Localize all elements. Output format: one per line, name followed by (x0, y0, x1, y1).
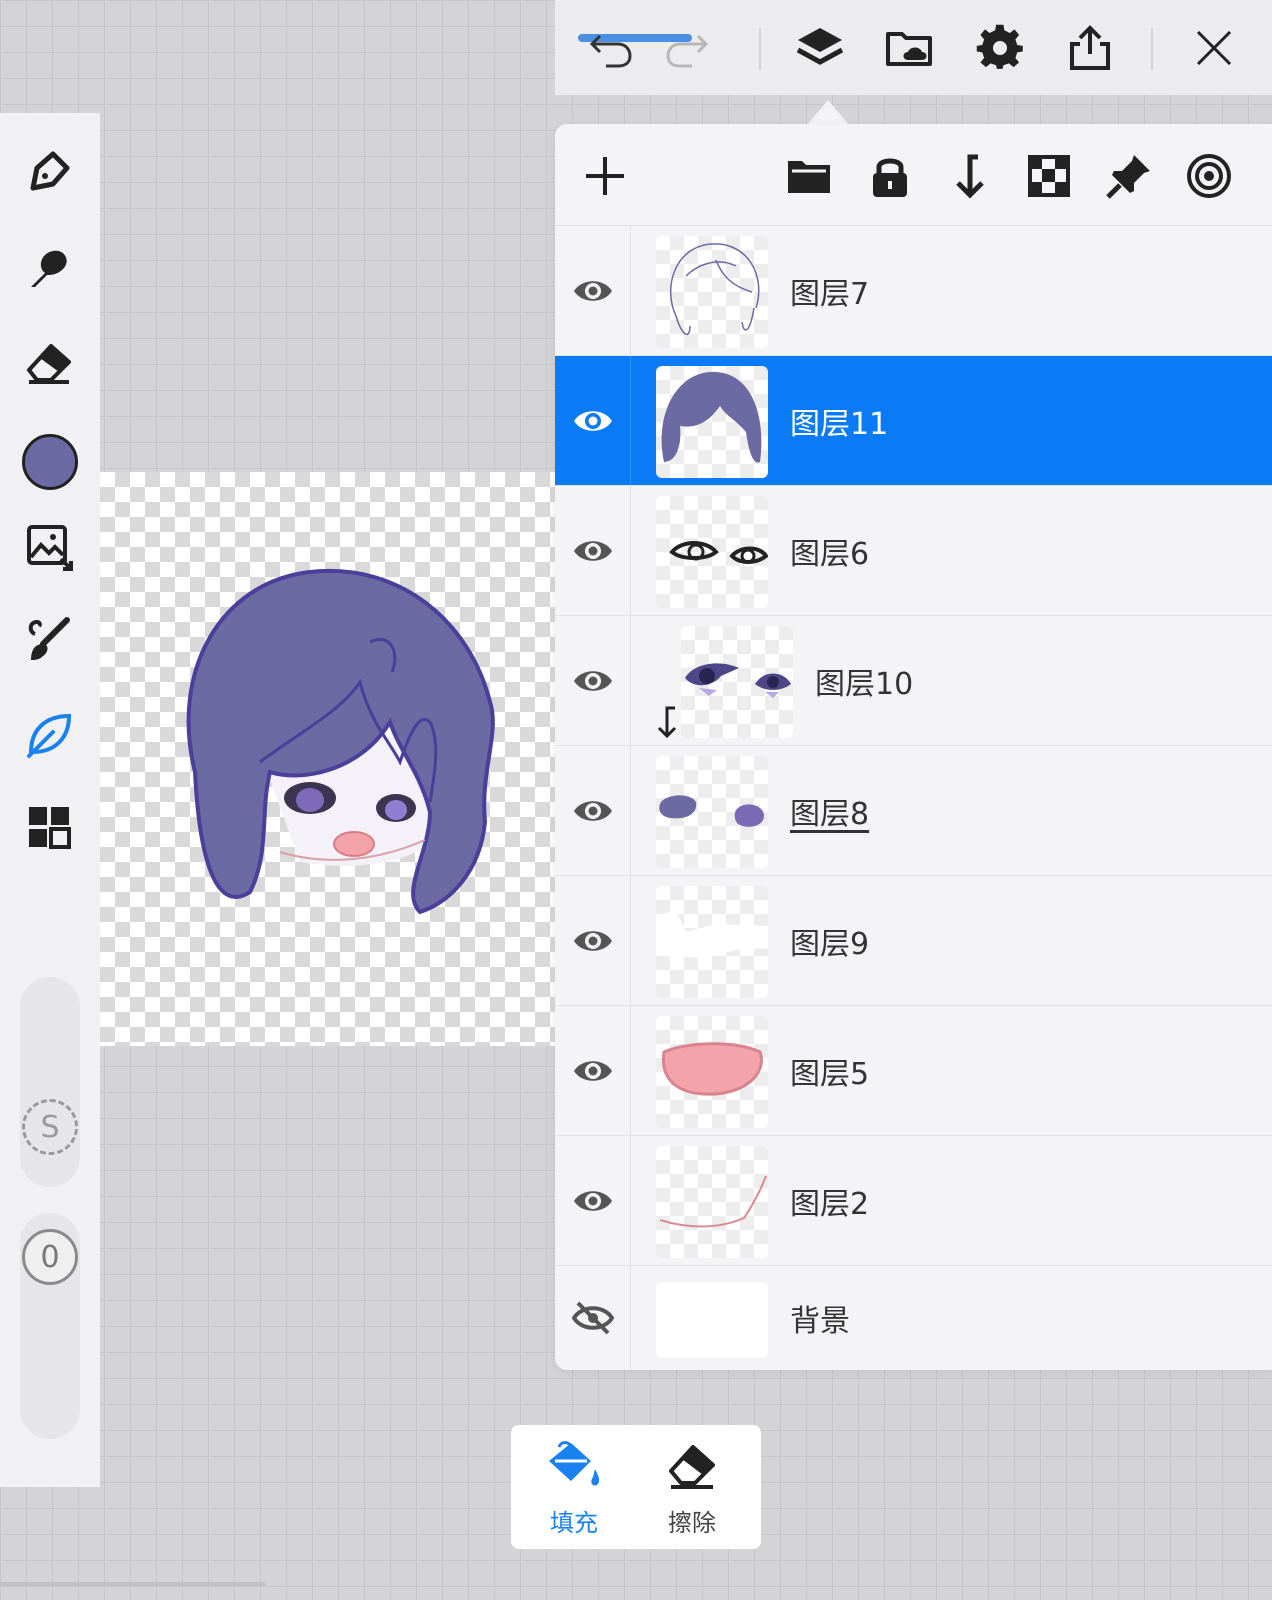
layer-name: 图层9 (790, 926, 870, 962)
clip-down-icon[interactable] (941, 148, 997, 204)
scroll-indicator (0, 1582, 266, 1587)
eye-icon (573, 670, 612, 691)
target-icon[interactable] (1181, 148, 1237, 204)
size-label: S (22, 1099, 78, 1155)
layer-row[interactable]: 图层5 (555, 1006, 1272, 1136)
brush-size-slider[interactable]: S (20, 977, 80, 1187)
gear-icon[interactable] (969, 17, 1031, 79)
canvas-artwork (186, 568, 495, 915)
layer-name: 图层8 (790, 796, 870, 832)
layer-thumbnail (656, 756, 768, 868)
erase-label: 擦除 (668, 1509, 716, 1537)
layer-thumbnail (656, 236, 768, 348)
toolbar-separator (759, 28, 761, 70)
fill-label: 填充 (550, 1509, 598, 1537)
opacity-slider[interactable]: 0 (20, 1213, 80, 1439)
layer-thumbnail (656, 496, 768, 608)
layer-name: 背景 (790, 1304, 850, 1339)
layer-row[interactable]: 图层10 (555, 616, 1272, 746)
panel-caret (808, 100, 848, 124)
layer-name: 图层6 (790, 536, 870, 572)
undo-icon[interactable] (579, 17, 641, 79)
eye-icon (573, 1190, 612, 1211)
eye-icon (573, 410, 612, 431)
layer-thumbnail (656, 366, 768, 478)
visibility-toggle[interactable] (555, 1136, 631, 1265)
layer-row[interactable]: 图层6 (555, 486, 1272, 616)
eraser-icon[interactable] (20, 333, 78, 391)
layer-row-background[interactable]: 背景 (555, 1266, 1272, 1370)
lock-icon[interactable] (862, 148, 918, 204)
layer-name: 图层10 (815, 666, 914, 702)
eye-hidden-icon (571, 1301, 614, 1335)
layer-thumbnail (656, 1282, 768, 1358)
transparency-icon[interactable] (1021, 148, 1077, 204)
layer-row[interactable]: 图层8 (555, 746, 1272, 876)
share-icon[interactable] (1059, 17, 1121, 79)
visibility-toggle[interactable] (555, 486, 631, 615)
layer-name: 图层5 (790, 1056, 870, 1092)
top-toolbar (555, 0, 1272, 95)
tool-sidebar: S 0 (0, 113, 100, 1487)
toolbar-separator (1151, 28, 1153, 70)
redo-icon[interactable] (657, 17, 719, 79)
layer-row[interactable]: 图层2 (555, 1136, 1272, 1266)
layer-thumbnail (656, 886, 768, 998)
visibility-toggle[interactable] (555, 876, 631, 1005)
paint-bucket-icon (549, 1441, 600, 1486)
layers-panel-header (555, 124, 1272, 226)
image-import-icon[interactable] (20, 518, 78, 576)
layer-thumbnail (656, 1016, 768, 1128)
fill-tool-panel: 填充 擦除 (511, 1425, 761, 1549)
pen-icon[interactable] (20, 143, 78, 201)
opacity-label: 0 (22, 1229, 78, 1285)
folder-icon[interactable] (781, 148, 837, 204)
layer-name: 图层2 (790, 1186, 870, 1222)
layers-icon[interactable] (789, 17, 851, 79)
visibility-toggle[interactable] (555, 1266, 631, 1370)
eraser-icon (669, 1445, 715, 1489)
brush-settings-icon[interactable] (20, 611, 78, 669)
erase-button[interactable]: 擦除 (637, 1439, 747, 1539)
layer-row-selected[interactable]: 图层11 (555, 356, 1272, 486)
eye-icon (573, 540, 612, 561)
eye-icon (573, 280, 612, 301)
fill-button[interactable]: 填充 (519, 1439, 629, 1539)
layer-row[interactable]: 图层7 (555, 226, 1272, 356)
visibility-toggle[interactable] (555, 226, 631, 355)
clip-indicator-icon (657, 706, 677, 739)
eye-icon (573, 800, 612, 821)
drawing-canvas[interactable] (100, 472, 556, 1046)
eye-icon (573, 930, 612, 951)
visibility-toggle[interactable] (555, 356, 631, 485)
layer-name: 图层11 (790, 406, 889, 442)
eye-icon (573, 1060, 612, 1081)
layers-panel: 图层7 图层11 图层6 图层10 图层8 图层9 图层5 图层2 背景 (555, 124, 1272, 1370)
visibility-toggle[interactable] (555, 1006, 631, 1135)
layer-name: 图层7 (790, 276, 870, 312)
leaf-icon[interactable] (20, 705, 78, 763)
visibility-toggle[interactable] (555, 746, 631, 875)
close-icon[interactable] (1183, 17, 1245, 79)
visibility-toggle[interactable] (555, 616, 631, 745)
add-icon[interactable] (577, 148, 633, 204)
smudge-icon[interactable] (20, 238, 78, 296)
pin-icon[interactable] (1101, 148, 1157, 204)
layer-thumbnail (656, 1146, 768, 1258)
layer-thumbnail (681, 626, 793, 738)
color-swatch[interactable] (22, 434, 78, 490)
cloud-folder-icon[interactable] (879, 17, 941, 79)
layer-row[interactable]: 图层9 (555, 876, 1272, 1006)
gallery-grid-icon[interactable] (20, 798, 78, 856)
